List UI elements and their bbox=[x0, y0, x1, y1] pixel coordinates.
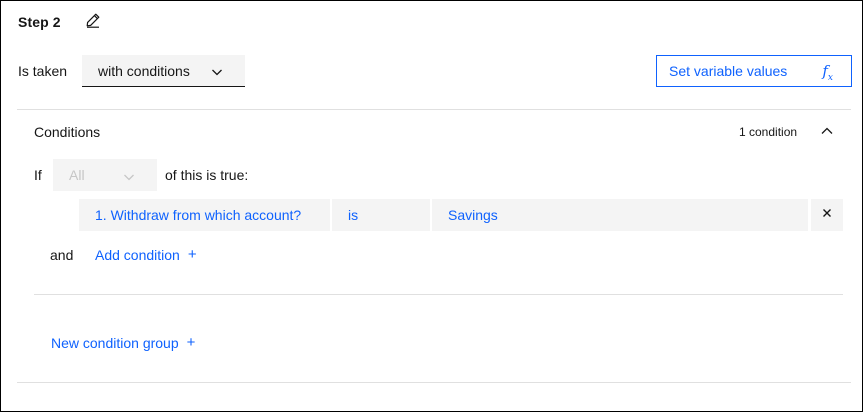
condition-count: 1 condition bbox=[739, 125, 798, 139]
condition-question-field[interactable]: 1. Withdraw from which account? bbox=[79, 199, 330, 231]
conditions-title: Conditions bbox=[34, 124, 101, 140]
quantifier-value: All bbox=[69, 167, 85, 183]
step-title: Step 2 bbox=[18, 14, 61, 30]
condition-value-text: Savings bbox=[448, 207, 498, 223]
condition-mode-dropdown[interactable]: with conditions bbox=[82, 55, 245, 87]
quantifier-dropdown[interactable]: All bbox=[53, 159, 157, 191]
divider bbox=[17, 109, 851, 110]
is-taken-label: Is taken bbox=[18, 63, 68, 79]
chevron-down-icon bbox=[211, 65, 223, 77]
condition-operator-text: is bbox=[348, 207, 359, 223]
collapse-conditions-button[interactable] bbox=[819, 123, 835, 139]
new-condition-group-label: New condition group bbox=[51, 335, 179, 351]
plus-icon: + bbox=[186, 334, 196, 351]
divider bbox=[17, 382, 851, 383]
set-variable-values-label: Set variable values bbox=[669, 63, 788, 79]
function-icon: fx bbox=[822, 62, 833, 83]
if-label: If bbox=[34, 167, 42, 183]
and-label: and bbox=[50, 247, 74, 263]
chevron-down-icon bbox=[123, 170, 135, 182]
condition-mode-value: with conditions bbox=[98, 62, 190, 79]
divider bbox=[34, 294, 843, 295]
step-panel: Step 2 Is taken with conditions Set vari… bbox=[0, 0, 863, 412]
add-condition-button[interactable]: Add condition + bbox=[95, 247, 197, 263]
plus-icon: + bbox=[187, 246, 197, 263]
remove-condition-button[interactable] bbox=[811, 199, 843, 231]
condition-operator-field[interactable]: is bbox=[332, 199, 430, 231]
condition-question-text: 1. Withdraw from which account? bbox=[95, 207, 302, 223]
chevron-up-icon bbox=[819, 126, 835, 143]
new-condition-group-button[interactable]: New condition group + bbox=[51, 335, 195, 351]
condition-value-field[interactable]: Savings bbox=[432, 199, 808, 231]
set-variable-values-button[interactable]: Set variable values fx bbox=[656, 55, 852, 87]
pencil-icon bbox=[85, 12, 101, 33]
close-icon bbox=[821, 206, 833, 224]
add-condition-label: Add condition bbox=[95, 247, 180, 263]
of-this-is-true-label: of this is true: bbox=[165, 167, 249, 183]
edit-step-button[interactable] bbox=[83, 12, 103, 32]
